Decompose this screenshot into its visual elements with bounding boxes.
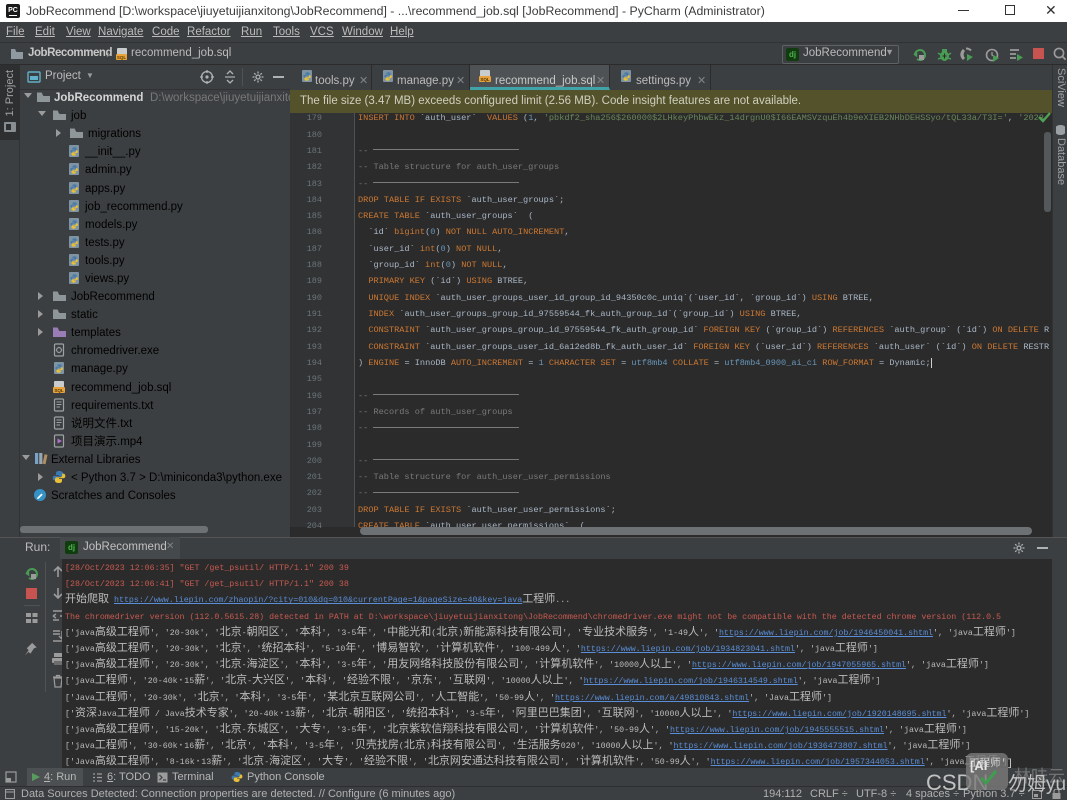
svg-text:SQL: SQL (54, 388, 64, 393)
svg-text:SQL: SQL (480, 77, 490, 82)
svg-text:SQL: SQL (117, 55, 127, 60)
